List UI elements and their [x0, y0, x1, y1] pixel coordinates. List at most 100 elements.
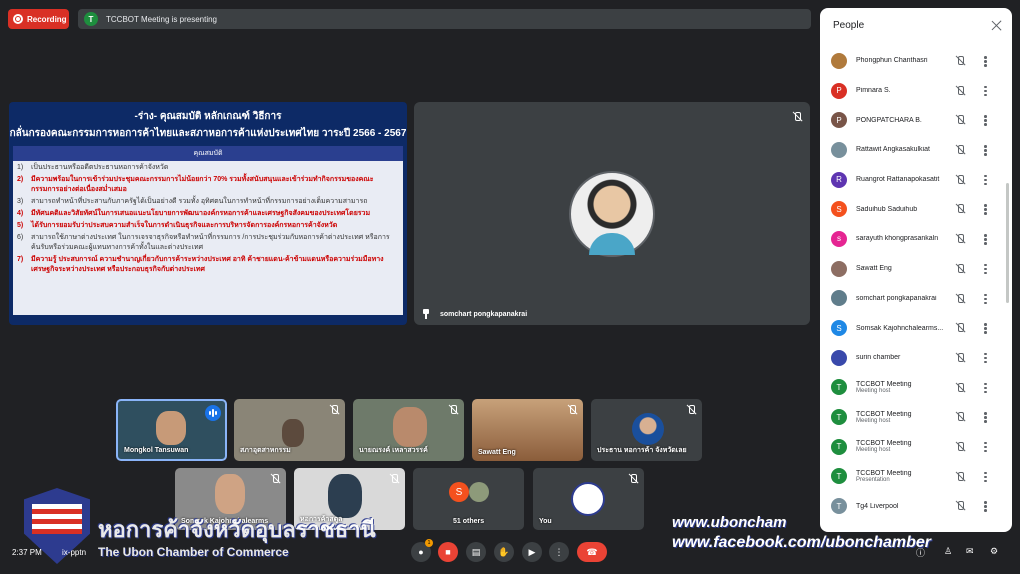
leave-call-button[interactable]: ☎ [577, 542, 607, 562]
participant-row[interactable]: S Saduihub Saduihub [820, 194, 1012, 224]
participant-avatar: T [831, 409, 847, 426]
camera-toggle-button[interactable]: ■ [438, 542, 458, 562]
presenting-banner: T TCCBOT Meeting is presenting [78, 9, 811, 29]
participant-avatar: T [831, 468, 847, 485]
more-vertical-icon[interactable] [984, 382, 987, 394]
participant-name: Rattawit Angkasakulkiat [856, 146, 930, 154]
participant-avatar: S [831, 320, 847, 337]
participant-avatar: T [831, 438, 847, 455]
more-vertical-icon[interactable] [984, 234, 987, 245]
participant-tile[interactable]: ประธาน หอการค้า จังหวัดเลย [591, 399, 702, 461]
self-name: You [539, 518, 552, 525]
more-vertical-icon[interactable] [984, 293, 987, 305]
more-vertical-icon[interactable] [984, 145, 987, 156]
more-vertical-icon[interactable] [984, 323, 987, 334]
mic-off-icon [955, 323, 965, 333]
participant-role: Meeting host [856, 417, 891, 424]
activities-icon[interactable]: ⚙ [990, 546, 1002, 558]
mic-off-icon [329, 405, 339, 415]
mic-off-icon [955, 174, 965, 185]
more-vertical-icon[interactable] [984, 441, 987, 453]
presentation-slide[interactable]: -ร่าง- คุณสมบัติ หลักเกณฑ์ วิธีการ กลั่น… [9, 102, 407, 325]
more-vertical-icon[interactable] [984, 56, 987, 67]
participant-row[interactable]: T TCCBOT Meeting Presentation [820, 462, 1012, 492]
mic-off-icon [955, 293, 965, 304]
captions-button[interactable]: ▤ [466, 542, 486, 562]
participant-avatar: P [831, 82, 847, 99]
participant-name: Mongkol Tansuwan [124, 447, 189, 454]
mic-off-icon [448, 405, 458, 415]
participant-row[interactable]: T Tg4 Liverpool [820, 491, 1012, 521]
camera-off-icon: ■ [445, 547, 451, 557]
participant-name: TCCBOT Meeting [856, 380, 912, 388]
mic-off-icon [955, 412, 965, 422]
participant-row[interactable]: s sarayuth khongprasankaln [820, 224, 1012, 254]
recording-indicator[interactable]: Recording [8, 9, 69, 29]
participant-avatar [632, 413, 664, 445]
participant-row[interactable]: T TCCBOT Meeting Meeting host [820, 402, 1012, 432]
slide-item: 6) สามารถใช้ภาษาต่างประเทศ ในการเจรจาธุรก… [17, 234, 390, 251]
participant-row[interactable]: P PONGPATCHARA B. [820, 105, 1012, 135]
participant-row[interactable]: S Somsak Kajohnchalearms... [820, 313, 1012, 343]
participant-row[interactable]: Phongphun Chanthasri [820, 46, 1012, 76]
slide-title: -ร่าง- คุณสมบัติ หลักเกณฑ์ วิธีการ [134, 111, 282, 122]
pin-icon[interactable] [422, 309, 430, 319]
more-vertical-icon[interactable] [984, 501, 987, 512]
participant-row[interactable]: P Pimnara S. [820, 76, 1012, 106]
slide-item: 7) มีความรู้ ประสบการณ์ ความชำนาญเกี่ยวกั… [17, 256, 384, 273]
participant-role: Presentation [856, 476, 890, 483]
more-vertical-icon[interactable] [984, 263, 987, 275]
speaking-indicator-icon [205, 405, 221, 421]
participant-avatar: S [831, 201, 847, 218]
more-vertical-icon[interactable] [984, 352, 987, 364]
raise-hand-button[interactable]: ✋ [494, 542, 514, 562]
more-vertical-icon: ⋮ [554, 546, 564, 557]
more-vertical-icon[interactable] [984, 471, 987, 483]
others-tile[interactable]: S 51 others [413, 468, 524, 530]
others-avatar-photo [469, 482, 489, 502]
scrollbar[interactable] [1006, 183, 1009, 303]
close-icon[interactable] [991, 20, 1002, 31]
participant-video [282, 419, 304, 447]
participant-tile[interactable]: Sawatt Eng [472, 399, 583, 461]
mic-off-icon [955, 471, 965, 482]
people-icon[interactable]: ♙ [944, 546, 956, 558]
participant-name: Sawatt Eng [856, 265, 892, 273]
more-vertical-icon[interactable] [984, 204, 987, 215]
participant-row[interactable]: surin chamber [820, 343, 1012, 373]
notification-badge: 1 [425, 539, 433, 547]
hang-up-icon: ☎ [586, 546, 598, 557]
mic-off-icon [955, 85, 965, 96]
participant-row[interactable]: R Ruangrot Rattanapokasatit [820, 165, 1012, 195]
presenting-text: TCCBOT Meeting is presenting [106, 14, 218, 24]
more-options-button[interactable]: ⋮ [549, 542, 569, 562]
participant-row[interactable]: somchart pongkapanakrai [820, 284, 1012, 314]
slide-item: 4) มีทัศนคติและวิสัยทัศน์ในการเสนอแนะนโยบ… [17, 210, 371, 217]
mic-off-icon [792, 112, 802, 122]
participant-row[interactable]: Rattawit Angkasakulkiat [820, 135, 1012, 165]
participant-video [156, 411, 186, 445]
watermark-english: The Ubon Chamber of Commerce [98, 545, 289, 559]
participant-row[interactable]: Sawatt Eng [820, 254, 1012, 284]
main-speaker-tile[interactable]: somchart pongkapanakrai [414, 102, 810, 325]
participant-tile[interactable]: สภาอุตสาหกรรม [234, 399, 345, 461]
participant-tile[interactable]: นายณรงค์ เหลาสวรรค์ [353, 399, 464, 461]
speaker-avatar [569, 171, 655, 257]
participant-avatar [831, 141, 847, 158]
participant-name: ประธาน หอการค้า จังหวัดเลย [597, 447, 687, 454]
participant-row[interactable]: T TCCBOT Meeting Meeting host [820, 373, 1012, 403]
chat-icon[interactable]: ✉ [966, 546, 978, 558]
info-icon[interactable]: ⓘ [916, 546, 928, 558]
more-vertical-icon[interactable] [984, 85, 987, 97]
present-button[interactable]: ▶ [522, 542, 542, 562]
participant-name: Sawatt Eng [478, 449, 516, 456]
self-tile[interactable]: You [533, 468, 644, 530]
more-vertical-icon[interactable] [984, 412, 987, 423]
people-panel: People Phongphun Chanthasri P Pimnara S. P P… [820, 8, 1012, 532]
watermark-facebook: www.facebook.com/ubonchamber [672, 534, 932, 551]
more-vertical-icon[interactable] [984, 115, 987, 126]
participant-tile[interactable]: Mongkol Tansuwan [116, 399, 227, 461]
more-vertical-icon[interactable] [984, 174, 987, 186]
recording-label: Recording [27, 14, 67, 24]
participant-row[interactable]: T TCCBOT Meeting Meeting host [820, 432, 1012, 462]
